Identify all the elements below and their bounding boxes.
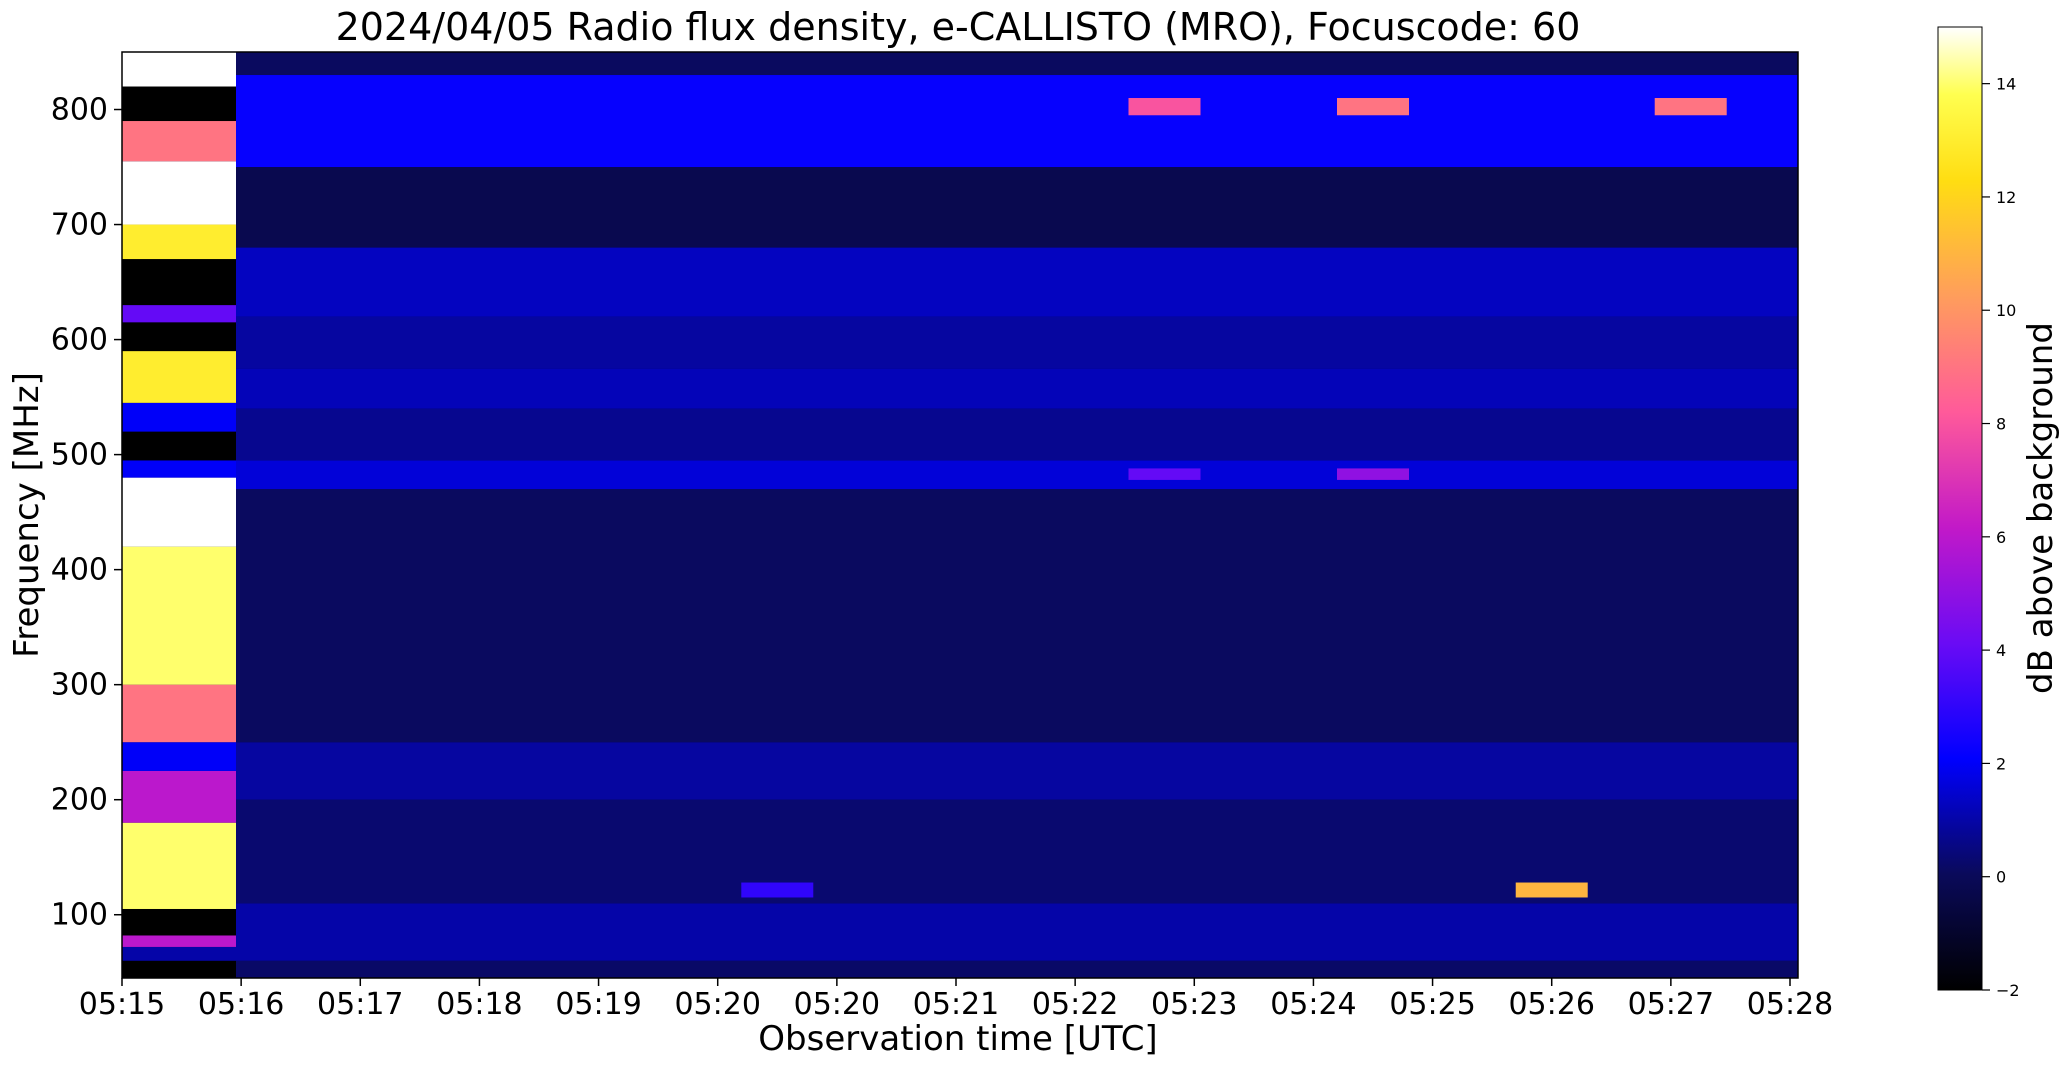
x-axis-label: Observation time [UTC] bbox=[758, 1019, 1157, 1059]
x-tick-label: 05:28 bbox=[1747, 987, 1833, 1022]
x-tick-label: 05:25 bbox=[1389, 987, 1475, 1022]
calibration-band bbox=[122, 546, 236, 685]
x-tick-label: 05:15 bbox=[79, 987, 165, 1022]
y-tick-label: 200 bbox=[51, 783, 108, 818]
y-tick-label: 700 bbox=[51, 208, 108, 243]
calibration-band bbox=[122, 259, 236, 306]
colorbar-gradient bbox=[1937, 26, 1983, 991]
calibration-band bbox=[122, 908, 236, 936]
background-band bbox=[236, 52, 1798, 76]
background-band bbox=[236, 489, 1798, 743]
burst-mark bbox=[1654, 98, 1727, 116]
calibration-stripe bbox=[122, 52, 236, 978]
calibration-band bbox=[122, 305, 236, 323]
background-bands bbox=[236, 52, 1798, 978]
x-tick-label: 05:27 bbox=[1628, 987, 1714, 1022]
chart-title: 2024/04/05 Radio flux density, e-CALLIST… bbox=[336, 5, 1581, 49]
calibration-band bbox=[122, 742, 236, 771]
calibration-band bbox=[122, 431, 236, 461]
y-tick-label: 400 bbox=[51, 553, 108, 588]
spectrogram-figure: 2024/04/05 Radio flux density, e-CALLIST… bbox=[7, 5, 2061, 1059]
background-band bbox=[236, 742, 1798, 800]
y-axis-label: Frequency [MHz] bbox=[7, 372, 47, 658]
x-tick-label: 05:19 bbox=[555, 987, 641, 1022]
y-axis-ticks: 100 200 300 400 500 600 700 800 bbox=[51, 93, 122, 933]
background-band bbox=[236, 316, 1798, 369]
calibration-band bbox=[122, 477, 236, 547]
burst-mark bbox=[1128, 98, 1201, 116]
colorbar-label: dB above background bbox=[2021, 322, 2061, 694]
colorbar-tick-label: 10 bbox=[1996, 301, 2016, 320]
x-tick-label: 05:22 bbox=[1032, 987, 1118, 1022]
x-tick-label: 05:18 bbox=[436, 987, 522, 1022]
colorbar-tick-label: 2 bbox=[1996, 754, 2006, 773]
plot-area bbox=[121, 51, 1799, 979]
calibration-band bbox=[122, 52, 236, 87]
colorbar-tick-label: 8 bbox=[1996, 415, 2006, 434]
x-tick-label: 05:20 bbox=[674, 987, 760, 1022]
x-tick-label: 05:21 bbox=[913, 987, 999, 1022]
x-tick-label: 05:20 bbox=[794, 987, 880, 1022]
background-band bbox=[236, 903, 1798, 961]
colorbar-tick-label: 14 bbox=[1996, 75, 2016, 94]
calibration-band bbox=[122, 86, 236, 122]
y-tick-label: 600 bbox=[51, 323, 108, 358]
colorbar-tick-label: 0 bbox=[1996, 868, 2006, 887]
burst-mark bbox=[1515, 882, 1588, 898]
calibration-band bbox=[122, 684, 236, 743]
x-tick-label: 05:24 bbox=[1270, 987, 1356, 1022]
calibration-band bbox=[122, 161, 236, 225]
colorbar-tick-label: 12 bbox=[1996, 188, 2016, 207]
calibration-band bbox=[122, 224, 236, 260]
background-band bbox=[236, 247, 1798, 317]
x-tick-label: 05:26 bbox=[1508, 987, 1594, 1022]
colorbar: −2 0 2 4 6 8 10 12 14 dB above background bbox=[1937, 26, 2061, 1000]
calibration-band bbox=[122, 935, 236, 947]
colorbar-tick-label: −2 bbox=[1996, 981, 2020, 1000]
calibration-band bbox=[122, 770, 236, 823]
calibration-band bbox=[122, 822, 236, 909]
calibration-band bbox=[122, 121, 236, 162]
x-tick-label: 05:16 bbox=[198, 987, 284, 1022]
colorbar-tick-label: 4 bbox=[1996, 641, 2006, 660]
background-band bbox=[236, 75, 1798, 168]
calibration-band bbox=[122, 351, 236, 403]
background-band bbox=[236, 408, 1798, 461]
background-band bbox=[236, 960, 1798, 978]
burst-mark bbox=[1337, 468, 1409, 480]
y-tick-label: 500 bbox=[51, 438, 108, 473]
background-band bbox=[236, 368, 1798, 409]
calibration-band bbox=[122, 322, 236, 352]
calibration-band bbox=[122, 460, 236, 478]
colorbar-tick-label: 6 bbox=[1996, 528, 2006, 547]
y-tick-label: 100 bbox=[51, 898, 108, 933]
calibration-band bbox=[122, 402, 236, 432]
burst-mark bbox=[741, 882, 814, 898]
calibration-band bbox=[122, 946, 236, 961]
x-tick-label: 05:23 bbox=[1151, 987, 1237, 1022]
burst-mark bbox=[1128, 468, 1201, 480]
burst-mark bbox=[1337, 98, 1409, 116]
y-tick-label: 300 bbox=[51, 668, 108, 703]
x-tick-label: 05:17 bbox=[317, 987, 403, 1022]
x-axis-ticks: 05:15 05:16 05:17 05:18 05:19 05:20 05:20 05:21… bbox=[79, 978, 1833, 1022]
y-tick-label: 800 bbox=[51, 93, 108, 128]
background-band bbox=[236, 460, 1798, 490]
calibration-band bbox=[122, 960, 236, 978]
colorbar-ticks: −2 0 2 4 6 8 10 12 14 bbox=[1982, 75, 2020, 1000]
background-band bbox=[236, 167, 1798, 248]
